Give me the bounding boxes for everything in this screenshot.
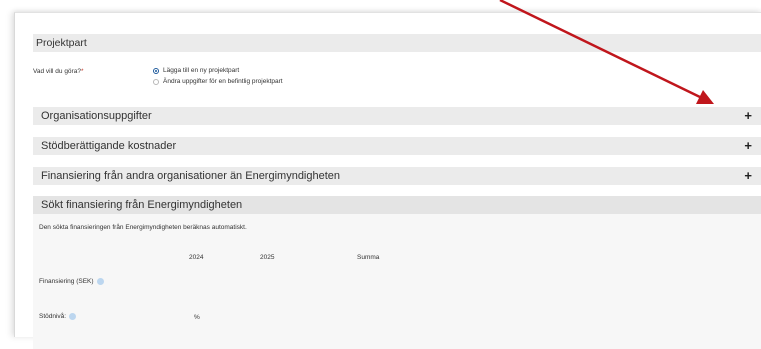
action-question-label: Vad vill du göra? bbox=[33, 68, 81, 75]
project-part-card: Projektpart Vad vill du göra?* Lägga til… bbox=[14, 12, 761, 349]
action-question: Vad vill du göra?* bbox=[33, 68, 83, 75]
expand-plus-icon[interactable]: + bbox=[744, 137, 752, 155]
project-part-header: Projektpart bbox=[33, 34, 761, 52]
section-other-financing-title: Finansiering från andra organisationer ä… bbox=[41, 170, 341, 182]
financing-sek-row: Finansiering (SEK) bbox=[39, 278, 104, 285]
column-header-2024: 2024 bbox=[189, 254, 204, 261]
section-sought-financing: Sökt finansiering från Energimyndigheten bbox=[33, 196, 761, 214]
support-level-unit: % bbox=[194, 314, 200, 321]
section-organisation-details[interactable]: Organisationsuppgifter + bbox=[33, 107, 761, 125]
radio-edit-existing-part[interactable] bbox=[153, 79, 159, 85]
radio-add-new-part[interactable] bbox=[153, 68, 159, 74]
support-level-label: Stödnivå: bbox=[39, 313, 67, 321]
sought-financing-panel bbox=[33, 211, 761, 349]
column-header-2025: 2025 bbox=[260, 254, 275, 261]
section-other-financing[interactable]: Finansiering från andra organisationer ä… bbox=[33, 167, 761, 185]
section-eligible-costs-title: Stödberättigande kostnader bbox=[41, 140, 177, 152]
required-mark: * bbox=[80, 68, 84, 75]
section-eligible-costs[interactable]: Stödberättigande kostnader + bbox=[33, 137, 761, 155]
radio-edit-existing-part-label[interactable]: Ändra uppgifter för en befintlig projekt… bbox=[163, 78, 283, 85]
section-sought-financing-title: Sökt finansiering från Energimyndigheten bbox=[41, 199, 243, 211]
financing-sek-label: Finansiering (SEK) bbox=[39, 278, 94, 286]
expand-plus-icon[interactable]: + bbox=[744, 167, 752, 185]
sought-financing-description: Den sökta finansieringen från Energimynd… bbox=[39, 224, 247, 231]
info-icon[interactable] bbox=[96, 278, 104, 285]
info-icon[interactable] bbox=[69, 313, 77, 320]
support-level-row: Stödnivå: bbox=[39, 313, 77, 321]
column-header-summa: Summa bbox=[357, 254, 380, 261]
project-part-title: Projektpart bbox=[36, 37, 87, 49]
expand-plus-icon[interactable]: + bbox=[744, 107, 752, 125]
radio-add-new-part-label[interactable]: Lägga till en ny projektpart bbox=[163, 67, 239, 74]
section-organisation-details-title: Organisationsuppgifter bbox=[41, 110, 152, 122]
